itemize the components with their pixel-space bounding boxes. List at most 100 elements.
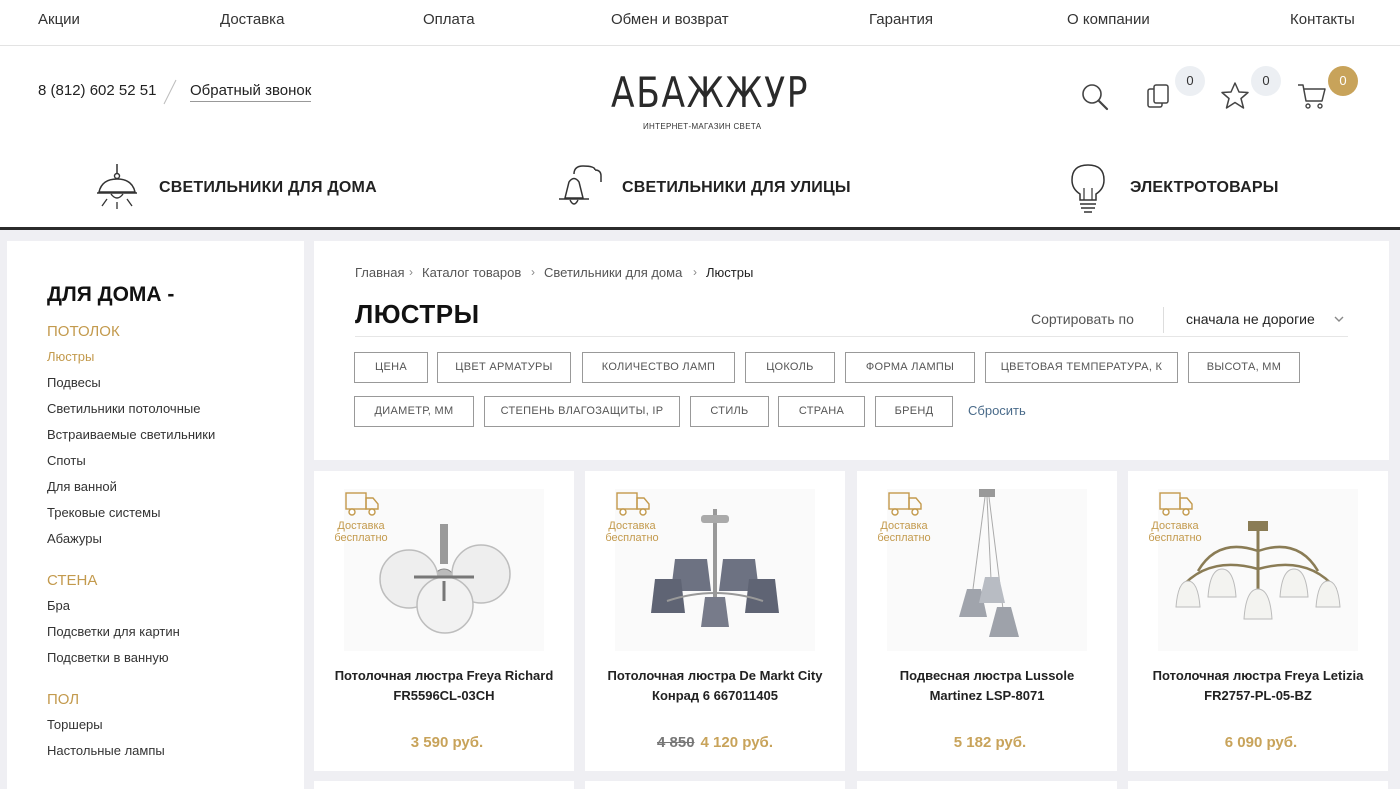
- product-card[interactable]: [857, 781, 1117, 789]
- truck-icon: [1159, 492, 1193, 516]
- sidebar-item-spots[interactable]: Споты: [47, 453, 86, 468]
- product-card[interactable]: Доставка бесплатно Потолочная люстра De …: [585, 471, 845, 771]
- cart-count-badge: 0: [1328, 66, 1358, 96]
- sidebar-catalog: ДЛЯ ДОМА - ПОТОЛОК Люстры Подвесы Светил…: [7, 241, 304, 789]
- sidebar-item-table-lamps[interactable]: Настольные лампы: [47, 743, 165, 758]
- sort-select[interactable]: сначала не дорогие: [1186, 311, 1315, 327]
- nav-link-returns[interactable]: Обмен и возврат: [611, 11, 729, 28]
- filter-height[interactable]: ВЫСОТА, ММ: [1188, 352, 1300, 383]
- compare-icon[interactable]: [1145, 82, 1173, 112]
- product-name[interactable]: Потолочная люстра De Markt City Конрад 6…: [605, 666, 825, 706]
- divider-slash: [163, 79, 177, 105]
- chevron-down-icon[interactable]: [1333, 314, 1345, 324]
- category-label: СВЕТИЛЬНИКИ ДЛЯ ДОМА: [159, 179, 377, 196]
- phone-number[interactable]: 8 (812) 602 52 51: [38, 82, 156, 99]
- category-home-lights[interactable]: СВЕТИЛЬНИКИ ДЛЯ ДОМА: [94, 160, 384, 216]
- product-price: 4 850 4 120 руб.: [585, 734, 845, 751]
- nav-link-delivery[interactable]: Доставка: [220, 11, 284, 28]
- category-label: СВЕТИЛЬНИКИ ДЛЯ УЛИЦЫ: [622, 179, 851, 196]
- free-delivery-label: Доставка бесплатно: [605, 520, 659, 544]
- breadcrumb-separator: ›: [693, 265, 697, 279]
- truck-icon: [345, 492, 379, 516]
- sidebar-item-track[interactable]: Трековые системы: [47, 505, 160, 520]
- product-name[interactable]: Подвесная люстра Lussole Martinez LSP-80…: [877, 666, 1097, 706]
- ceiling-lamp-icon: [97, 164, 137, 209]
- nav-link-warranty[interactable]: Гарантия: [869, 11, 933, 28]
- compare-count-badge: 0: [1175, 66, 1205, 96]
- nav-link-payment[interactable]: Оплата: [423, 11, 475, 28]
- current-price: 3 590 руб.: [410, 734, 484, 751]
- cart-icon[interactable]: [1296, 80, 1328, 112]
- catalog-header-panel: Главная › Каталог товаров › Светильники …: [314, 241, 1389, 460]
- nav-link-contacts[interactable]: Контакты: [1290, 11, 1355, 28]
- breadcrumb-catalog[interactable]: Каталог товаров: [422, 265, 521, 280]
- sidebar-item-floor-lamps[interactable]: Торшеры: [47, 717, 103, 732]
- sidebar-item-ceiling-lights[interactable]: Светильники потолочные: [47, 401, 200, 416]
- wall-lantern-icon: [559, 165, 602, 205]
- star-icon[interactable]: [1219, 80, 1251, 112]
- filter-diameter[interactable]: ДИАМЕТР, ММ: [354, 396, 474, 427]
- breadcrumb-home-lights[interactable]: Светильники для дома: [544, 265, 682, 280]
- current-price: 6 090 руб.: [1224, 734, 1298, 751]
- sidebar-item-pendants[interactable]: Подвесы: [47, 375, 101, 390]
- filter-brand[interactable]: БРЕНД: [875, 396, 953, 427]
- filter-fixture-color[interactable]: ЦВЕТ АРМАТУРЫ: [437, 352, 571, 383]
- sidebar-item-shades[interactable]: Абажуры: [47, 531, 102, 546]
- sidebar-item-bathroom[interactable]: Для ванной: [47, 479, 117, 494]
- current-price: 4 120 руб.: [700, 734, 773, 751]
- product-card[interactable]: [314, 781, 574, 789]
- filter-color-temperature[interactable]: ЦВЕТОВАЯ ТЕМПЕРАТУРА, К: [985, 352, 1178, 383]
- sidebar-item-chandeliers[interactable]: Люстры: [47, 349, 94, 364]
- reset-filters-link[interactable]: Сбросить: [968, 403, 1026, 418]
- product-card[interactable]: Доставка бесплатно Потолочная люстра Fre…: [314, 471, 574, 771]
- logo-title[interactable]: АБАЖЖУР: [611, 68, 809, 117]
- sidebar-section-ceiling[interactable]: ПОТОЛОК: [47, 323, 120, 340]
- product-card[interactable]: [585, 781, 845, 789]
- sidebar-item-bathroom-lights[interactable]: Подсветки в ванную: [47, 650, 169, 665]
- sidebar-item-picture-lights[interactable]: Подсветки для картин: [47, 624, 180, 639]
- filter-price[interactable]: ЦЕНА: [354, 352, 428, 383]
- filter-lamp-count[interactable]: КОЛИЧЕСТВО ЛАМП: [582, 352, 735, 383]
- current-price: 5 182 руб.: [953, 734, 1027, 751]
- divider: [355, 336, 1348, 337]
- truck-icon: [616, 492, 650, 516]
- filter-style[interactable]: СТИЛЬ: [690, 396, 769, 427]
- product-card[interactable]: Доставка бесплатно Подвесная люстра Luss…: [857, 471, 1117, 771]
- product-price: 6 090 руб.: [1128, 734, 1388, 751]
- sidebar-section-floor[interactable]: ПОЛ: [47, 691, 79, 708]
- free-delivery-label: Доставка бесплатно: [1148, 520, 1202, 544]
- product-card[interactable]: [1128, 781, 1388, 789]
- favorites-count-badge: 0: [1251, 66, 1281, 96]
- product-price: 3 590 руб.: [314, 734, 574, 751]
- filter-socket[interactable]: ЦОКОЛЬ: [745, 352, 835, 383]
- filter-country[interactable]: СТРАНА: [778, 396, 865, 427]
- site-header: 8 (812) 602 52 51 Обратный звонок АБАЖЖУ…: [0, 46, 1400, 230]
- breadcrumb-separator: ›: [409, 265, 413, 279]
- sort-divider: [1163, 307, 1164, 333]
- top-navigation: Акции Доставка Оплата Обмен и возврат Га…: [0, 0, 1400, 46]
- nav-link-about[interactable]: О компании: [1067, 11, 1150, 28]
- breadcrumb-separator: ›: [531, 265, 535, 279]
- breadcrumb-home[interactable]: Главная: [355, 265, 404, 280]
- product-name[interactable]: Потолочная люстра Freya Letizia FR2757-P…: [1148, 666, 1368, 706]
- sidebar-title[interactable]: ДЛЯ ДОМА -: [47, 283, 174, 307]
- category-label: ЭЛЕКТРОТОВАРЫ: [1130, 179, 1279, 196]
- category-electrical[interactable]: ЭЛЕКТРОТОВАРЫ: [1068, 160, 1288, 216]
- product-price: 5 182 руб.: [857, 734, 1117, 751]
- product-name[interactable]: Потолочная люстра Freya Richard FR5596CL…: [334, 666, 554, 706]
- truck-icon: [888, 492, 922, 516]
- category-outdoor-lights[interactable]: СВЕТИЛЬНИКИ ДЛЯ УЛИЦЫ: [555, 160, 855, 216]
- filter-ip-rating[interactable]: СТЕПЕНЬ ВЛАГОЗАЩИТЫ, IP: [484, 396, 680, 427]
- callback-link[interactable]: Обратный звонок: [190, 82, 312, 102]
- nav-link-promotions[interactable]: Акции: [38, 11, 80, 28]
- product-card[interactable]: Доставка бесплатно Потолочная люстра Fre…: [1128, 471, 1388, 771]
- search-icon[interactable]: [1080, 82, 1110, 112]
- sort-label: Сортировать по: [1031, 311, 1134, 327]
- free-delivery-label: Доставка бесплатно: [877, 520, 931, 544]
- logo-subtitle: ИНТЕРНЕТ-МАГАЗИН СВЕТА: [643, 122, 762, 131]
- sidebar-item-sconces[interactable]: Бра: [47, 598, 70, 613]
- filter-lamp-shape[interactable]: ФОРМА ЛАМПЫ: [845, 352, 975, 383]
- sidebar-section-wall[interactable]: СТЕНА: [47, 572, 97, 589]
- sidebar-item-recessed[interactable]: Встраиваемые светильники: [47, 427, 215, 442]
- light-bulb-icon: [1071, 164, 1105, 213]
